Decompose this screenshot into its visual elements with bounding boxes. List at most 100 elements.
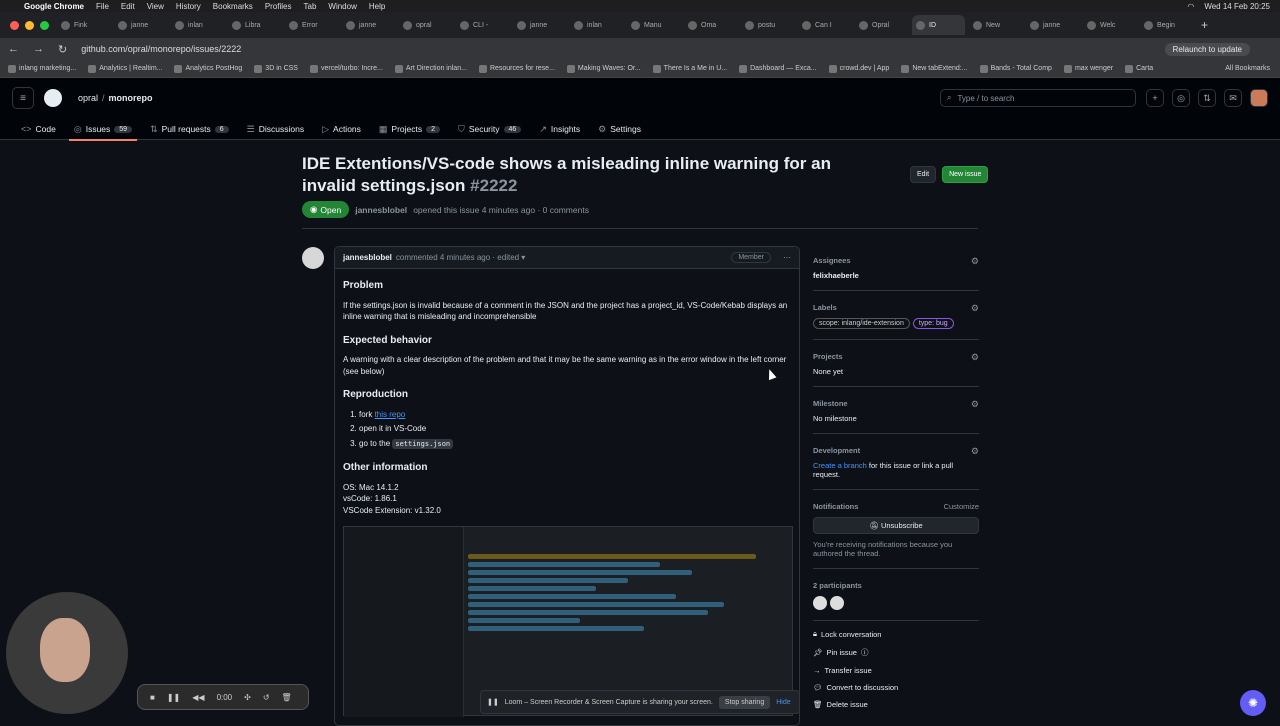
lock-conversation-link[interactable]: 🔒︎ Lock conversation bbox=[813, 629, 979, 639]
customize-link[interactable]: Customize bbox=[944, 502, 979, 511]
pull-requests-icon[interactable]: ⇅ bbox=[1198, 89, 1216, 107]
tab-projects[interactable]: ▦ Projects 2 bbox=[370, 118, 449, 140]
browser-tab[interactable]: inlan bbox=[570, 15, 623, 35]
bookmark-item[interactable]: inlang marketing... bbox=[8, 64, 76, 73]
wifi-icon[interactable]: ◠ bbox=[1187, 2, 1194, 11]
bookmark-item[interactable]: Carta bbox=[1125, 64, 1153, 73]
hamburger-menu-icon[interactable]: ≡ bbox=[12, 87, 34, 109]
rewind-icon[interactable]: ◀◀ bbox=[192, 693, 204, 702]
drawing-icon[interactable]: ✣ bbox=[244, 693, 251, 702]
tab-settings[interactable]: ⚙ Settings bbox=[589, 118, 650, 140]
app-name[interactable]: Google Chrome bbox=[24, 2, 84, 11]
tab-security[interactable]: ⛉ Security 46 bbox=[449, 118, 530, 140]
bookmark-item[interactable]: Making Waves: Or... bbox=[566, 64, 641, 73]
label-scope[interactable]: scope: inlang/ide-extension bbox=[813, 318, 910, 329]
tab-issues[interactable]: ◎ Issues 59 bbox=[65, 118, 141, 141]
browser-tab[interactable]: janne bbox=[1026, 15, 1079, 35]
browser-tab[interactable]: inlan bbox=[171, 15, 224, 35]
github-logo-icon[interactable] bbox=[44, 89, 62, 107]
forward-icon[interactable]: → bbox=[33, 43, 44, 56]
menu-bookmarks[interactable]: Bookmarks bbox=[213, 2, 253, 11]
browser-tab[interactable]: janne bbox=[513, 15, 566, 35]
zoom-window-button[interactable] bbox=[40, 20, 49, 30]
bookmark-item[interactable]: 3D in CSS bbox=[254, 64, 298, 73]
avatar[interactable] bbox=[813, 596, 827, 610]
minimize-window-button[interactable] bbox=[25, 20, 34, 30]
browser-tab[interactable]: opral bbox=[399, 15, 452, 35]
comment-avatar[interactable] bbox=[302, 247, 324, 269]
menu-help[interactable]: Help bbox=[369, 2, 385, 11]
tab-code[interactable]: <> Code bbox=[12, 118, 65, 140]
browser-tab[interactable]: postu bbox=[741, 15, 794, 35]
trash-icon[interactable]: 🗑︎ bbox=[282, 693, 292, 702]
stop-icon[interactable]: ■ bbox=[150, 693, 155, 702]
bookmark-item[interactable]: There Is a Me in U... bbox=[652, 64, 727, 73]
menu-window[interactable]: Window bbox=[328, 2, 356, 11]
browser-tab[interactable]: Opral bbox=[855, 15, 908, 35]
issues-icon[interactable]: ◎ bbox=[1172, 89, 1190, 107]
browser-tab[interactable]: New bbox=[969, 15, 1022, 35]
pin-issue-link[interactable]: 📌︎ Pin issue ⓘ bbox=[813, 647, 979, 658]
search-input[interactable]: ⌕ Type / to search bbox=[940, 89, 1136, 107]
gear-icon[interactable]: ⚙ bbox=[971, 446, 979, 457]
url-field[interactable]: github.com/opral/monorepo/issues/2222 bbox=[81, 44, 241, 54]
browser-tab[interactable]: janne bbox=[342, 15, 395, 35]
convert-to-discussion-link[interactable]: 💬︎ Convert to discussion bbox=[813, 683, 979, 692]
tab-actions[interactable]: ▷ Actions bbox=[313, 118, 370, 140]
transfer-issue-link[interactable]: → Transfer issue bbox=[813, 666, 979, 675]
browser-tab[interactable]: Error bbox=[285, 15, 338, 35]
gear-icon[interactable]: ⚙ bbox=[971, 352, 979, 363]
owner-link[interactable]: opral bbox=[78, 93, 98, 103]
embedded-screenshot[interactable] bbox=[343, 526, 793, 717]
menu-profiles[interactable]: Profiles bbox=[265, 2, 292, 11]
relaunch-button[interactable]: Relaunch to update bbox=[1164, 42, 1250, 56]
new-issue-button[interactable]: New issue bbox=[942, 166, 989, 183]
loom-webcam-bubble[interactable] bbox=[6, 592, 128, 714]
bookmark-item[interactable]: max wenger bbox=[1063, 64, 1113, 73]
new-tab-button[interactable]: + bbox=[1201, 18, 1208, 32]
bookmark-item[interactable]: Bands - Total Comp bbox=[979, 64, 1052, 73]
avatar[interactable] bbox=[1250, 89, 1268, 107]
menu-file[interactable]: File bbox=[96, 2, 109, 11]
browser-tab[interactable]: Can I bbox=[798, 15, 851, 35]
browser-tab-active[interactable]: ID bbox=[912, 15, 965, 35]
browser-tab[interactable]: Manu bbox=[627, 15, 680, 35]
browser-tab[interactable]: CLI - bbox=[456, 15, 509, 35]
delete-issue-link[interactable]: 🗑︎ Delete issue bbox=[813, 700, 979, 709]
loom-launcher-icon[interactable]: ✺ bbox=[1240, 690, 1266, 716]
bookmark-item[interactable]: Analytics | Realtim... bbox=[88, 64, 162, 73]
bookmark-item[interactable]: Dashboard — Exca... bbox=[739, 64, 817, 73]
menu-edit[interactable]: Edit bbox=[121, 2, 135, 11]
tab-pull-requests[interactable]: ⇅ Pull requests 6 bbox=[141, 118, 238, 140]
assignee-link[interactable]: felixhaeberle bbox=[813, 271, 859, 280]
this-repo-link[interactable]: this repo bbox=[375, 410, 406, 419]
label-bug[interactable]: type: bug bbox=[912, 318, 954, 329]
comment-meta[interactable]: commented 4 minutes ago · edited ▾ bbox=[396, 253, 525, 262]
unsubscribe-button[interactable]: 🔕︎ Unsubscribe bbox=[813, 517, 979, 534]
tab-insights[interactable]: ↗ Insights bbox=[530, 118, 589, 140]
create-branch-link[interactable]: Create a branch bbox=[813, 461, 867, 470]
back-icon[interactable]: ← bbox=[8, 43, 19, 56]
browser-tab[interactable]: Oma bbox=[684, 15, 737, 35]
gear-icon[interactable]: ⚙ bbox=[971, 256, 979, 267]
browser-tab[interactable]: Welc bbox=[1083, 15, 1136, 35]
issue-author-link[interactable]: jannesblobel bbox=[355, 205, 407, 215]
menu-view[interactable]: View bbox=[147, 2, 164, 11]
pause-icon[interactable]: ❚❚ bbox=[167, 693, 180, 702]
avatar[interactable] bbox=[830, 596, 844, 610]
bookmark-item[interactable]: Analytics PostHog bbox=[174, 64, 242, 73]
stop-sharing-button[interactable]: Stop sharing bbox=[718, 695, 771, 709]
repo-link[interactable]: monorepo bbox=[109, 93, 153, 103]
browser-tab[interactable]: Fink bbox=[57, 15, 110, 35]
browser-tab[interactable]: Begin bbox=[1140, 15, 1193, 35]
gear-icon[interactable]: ⚙ bbox=[971, 399, 979, 410]
close-window-button[interactable] bbox=[10, 20, 19, 30]
browser-tab[interactable]: Libra bbox=[228, 15, 281, 35]
reload-icon[interactable]: ↻ bbox=[58, 43, 67, 56]
bookmark-item[interactable]: New tabExtend:... bbox=[901, 64, 968, 73]
bookmark-item[interactable]: Art Direction inlan... bbox=[394, 64, 467, 73]
bookmark-item[interactable]: Resources for rese... bbox=[478, 64, 555, 73]
tab-discussions[interactable]: ☰ Discussions bbox=[238, 118, 313, 140]
restart-icon[interactable]: ↺ bbox=[263, 693, 270, 702]
hide-button[interactable]: Hide bbox=[776, 699, 790, 706]
